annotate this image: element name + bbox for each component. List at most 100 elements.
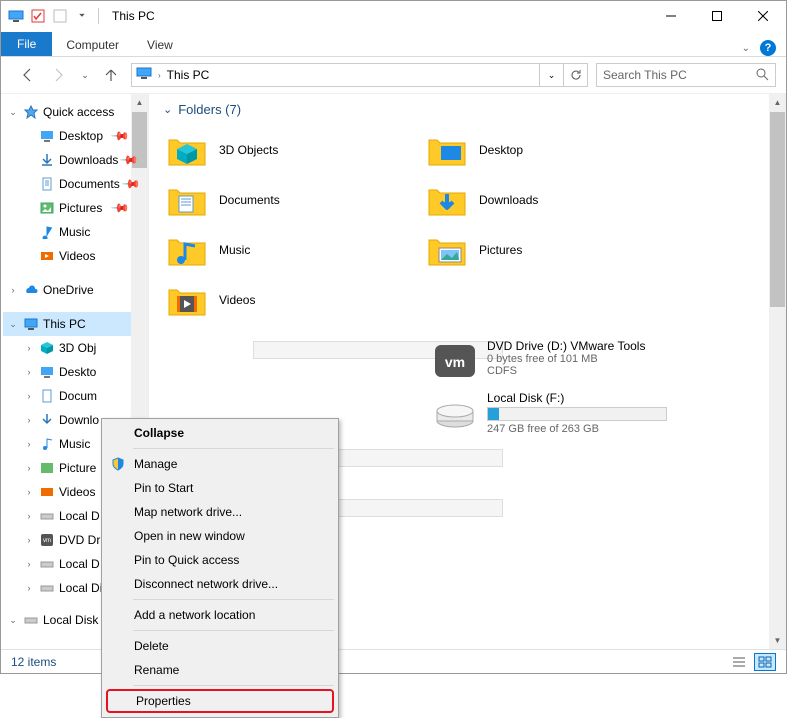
ribbon-expand-icon[interactable]: ⌄ bbox=[742, 43, 750, 54]
sidebar-item-music[interactable]: Music bbox=[3, 220, 148, 244]
dvd-icon: vm bbox=[39, 532, 55, 548]
videos-icon bbox=[39, 248, 55, 264]
drive-item-local-f[interactable]: Local Disk (F:) 247 GB free of 263 GB bbox=[433, 391, 673, 435]
desktop-icon bbox=[39, 128, 55, 144]
ctx-label: Open in new window bbox=[134, 529, 245, 543]
tab-view[interactable]: View bbox=[133, 34, 187, 56]
sidebar-item-label: Music bbox=[59, 225, 90, 239]
folders-section-header[interactable]: ⌄ Folders (7) bbox=[149, 94, 786, 121]
star-icon bbox=[23, 104, 39, 120]
help-icon[interactable]: ? bbox=[760, 40, 776, 56]
svg-text:vm: vm bbox=[445, 354, 465, 370]
details-view-button[interactable] bbox=[728, 653, 750, 671]
search-placeholder: Search This PC bbox=[603, 68, 687, 82]
close-button[interactable] bbox=[740, 1, 786, 31]
large-icons-view-button[interactable] bbox=[754, 653, 776, 671]
recent-locations-button[interactable]: ⌄ bbox=[79, 63, 91, 87]
sidebar-item-documents[interactable]: Documents📌 bbox=[3, 172, 148, 196]
sidebar-item-label: OneDrive bbox=[43, 283, 94, 297]
folder-item-3d-objects[interactable]: 3D Objects bbox=[153, 125, 413, 175]
title-bar: ⏷ This PC bbox=[1, 1, 786, 31]
window-controls bbox=[648, 1, 786, 31]
refresh-button[interactable] bbox=[563, 64, 587, 86]
sidebar-item-desktop-pc[interactable]: ›Deskto bbox=[3, 360, 148, 384]
scroll-down-icon[interactable]: ▼ bbox=[769, 632, 786, 649]
ctx-pin-start[interactable]: Pin to Start bbox=[104, 476, 336, 500]
downloads-icon bbox=[39, 152, 55, 168]
section-title: Folders (7) bbox=[178, 102, 241, 117]
ctx-label: Delete bbox=[134, 639, 169, 653]
chevron-right-icon: › bbox=[158, 71, 161, 80]
folder-icon bbox=[427, 130, 467, 170]
folder-item-downloads[interactable]: Downloads bbox=[413, 175, 673, 225]
disk-icon bbox=[39, 508, 55, 524]
pictures-icon bbox=[39, 200, 55, 216]
quick-access-toolbar: ⏷ This PC bbox=[1, 7, 155, 25]
separator bbox=[133, 685, 334, 686]
properties-qat-icon[interactable] bbox=[29, 7, 47, 25]
ctx-rename[interactable]: Rename bbox=[104, 658, 336, 682]
sidebar-item-pictures[interactable]: Pictures📌 bbox=[3, 196, 148, 220]
sidebar-item-desktop[interactable]: Desktop📌 bbox=[3, 124, 148, 148]
back-button[interactable] bbox=[15, 63, 39, 87]
chevron-right-icon: › bbox=[7, 285, 19, 295]
ctx-label: Properties bbox=[136, 694, 191, 708]
separator bbox=[133, 599, 334, 600]
sidebar-item-label: Desktop bbox=[59, 129, 103, 143]
folder-label: Pictures bbox=[479, 243, 522, 257]
ctx-manage[interactable]: Manage bbox=[104, 452, 336, 476]
qat-dropdown-icon[interactable]: ⏷ bbox=[73, 7, 91, 25]
tab-computer[interactable]: Computer bbox=[52, 34, 133, 56]
content-scrollbar[interactable]: ▲ ▼ bbox=[769, 94, 786, 649]
ctx-delete[interactable]: Delete bbox=[104, 634, 336, 658]
ctx-open-new-window[interactable]: Open in new window bbox=[104, 524, 336, 548]
minimize-button[interactable] bbox=[648, 1, 694, 31]
sidebar-item-label: Deskto bbox=[59, 365, 96, 379]
scroll-up-icon[interactable]: ▲ bbox=[769, 94, 786, 111]
ctx-disconnect-network-drive[interactable]: Disconnect network drive... bbox=[104, 572, 336, 596]
ctx-pin-quick-access[interactable]: Pin to Quick access bbox=[104, 548, 336, 572]
search-icon bbox=[755, 67, 769, 84]
ctx-add-network-location[interactable]: Add a network location bbox=[104, 603, 336, 627]
ctx-collapse[interactable]: Collapse bbox=[104, 421, 336, 445]
disk-icon bbox=[433, 391, 477, 435]
ctx-properties[interactable]: Properties bbox=[106, 689, 334, 713]
sidebar-item-this-pc[interactable]: ⌄This PC bbox=[3, 312, 148, 336]
sidebar-item-quick-access[interactable]: ⌄ Quick access bbox=[3, 100, 148, 124]
drive-label: Local Disk (F:) bbox=[487, 391, 673, 405]
up-button[interactable] bbox=[99, 63, 123, 87]
search-input[interactable]: Search This PC bbox=[596, 63, 776, 87]
sidebar-item-documents-pc[interactable]: ›Docum bbox=[3, 384, 148, 408]
tab-file[interactable]: File bbox=[1, 32, 52, 56]
forward-button[interactable] bbox=[47, 63, 71, 87]
folder-icon bbox=[427, 180, 467, 220]
desktop-icon bbox=[39, 364, 55, 380]
maximize-button[interactable] bbox=[694, 1, 740, 31]
address-dropdown-button[interactable]: ⌄ bbox=[539, 64, 563, 86]
folder-label: Downloads bbox=[479, 193, 538, 207]
sidebar-item-3d-objects[interactable]: ›3D Obj bbox=[3, 336, 148, 360]
address-field[interactable]: › This PC ⌄ bbox=[131, 63, 588, 87]
scroll-thumb[interactable] bbox=[770, 112, 785, 307]
folder-item-music[interactable]: Music bbox=[153, 225, 413, 275]
ctx-map-network-drive[interactable]: Map network drive... bbox=[104, 500, 336, 524]
new-folder-qat-icon[interactable] bbox=[51, 7, 69, 25]
documents-icon bbox=[39, 176, 55, 192]
drive-fs: CDFS bbox=[487, 365, 673, 377]
drive-item-dvd[interactable]: vm DVD Drive (D:) VMware Tools 0 bytes f… bbox=[433, 339, 673, 383]
sidebar-item-videos[interactable]: Videos bbox=[3, 244, 148, 268]
folder-item-desktop[interactable]: Desktop bbox=[413, 125, 673, 175]
folders-grid: 3D Objects Desktop Documents Downloads M… bbox=[149, 121, 786, 335]
folder-item-videos[interactable]: Videos bbox=[153, 275, 413, 325]
chevron-down-icon: ⌄ bbox=[7, 615, 19, 626]
onedrive-icon bbox=[23, 282, 39, 298]
sidebar-item-label: Videos bbox=[59, 249, 95, 263]
ctx-label: Pin to Quick access bbox=[134, 553, 239, 567]
folder-item-documents[interactable]: Documents bbox=[153, 175, 413, 225]
sidebar-item-downloads[interactable]: Downloads📌 bbox=[3, 148, 148, 172]
folder-item-pictures[interactable]: Pictures bbox=[413, 225, 673, 275]
sidebar-item-onedrive[interactable]: › OneDrive bbox=[3, 278, 148, 302]
scroll-up-icon[interactable]: ▲ bbox=[131, 94, 148, 111]
folder-label: Videos bbox=[219, 293, 255, 307]
disk-icon bbox=[39, 580, 55, 596]
